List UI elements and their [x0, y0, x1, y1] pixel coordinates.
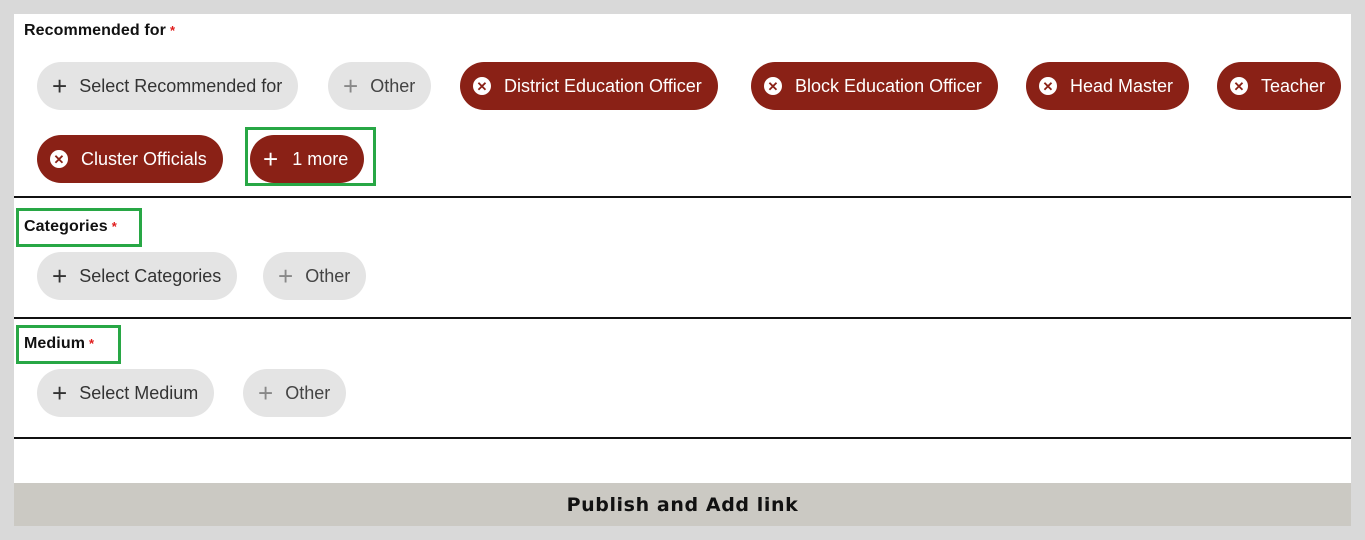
categories-other-label: Other [305, 265, 351, 286]
more-chips-label: 1 more [292, 148, 349, 169]
plus-icon: + [278, 261, 294, 291]
select-categories-button[interactable]: + Select Categories [37, 252, 238, 300]
plus-icon: + [52, 261, 68, 291]
categories-label: Categories * [24, 218, 117, 236]
chip-label: Cluster Officials [81, 148, 207, 169]
categories-other-button[interactable]: + Other [263, 252, 367, 300]
recommended-other-label: Other [370, 75, 416, 96]
recommended-for-label: Recommended for * [24, 22, 175, 40]
chip-block-education-officer[interactable]: ✕ Block Education Officer [751, 62, 998, 110]
medium-label: Medium * [24, 335, 94, 353]
section-divider [14, 196, 1351, 198]
recommended-for-label-text: Recommended for [24, 22, 166, 39]
required-mark: * [111, 219, 117, 234]
select-recommended-for-label: Select Recommended for [79, 75, 283, 96]
plus-icon: + [343, 71, 359, 101]
recommended-other-button[interactable]: + Other [328, 62, 432, 110]
required-mark: * [169, 23, 176, 38]
chip-label: Teacher [1261, 75, 1326, 96]
close-circle-icon[interactable]: ✕ [50, 150, 68, 168]
plus-icon: + [52, 378, 68, 408]
medium-other-button[interactable]: + Other [243, 369, 347, 417]
close-circle-icon[interactable]: ✕ [1039, 77, 1057, 95]
select-medium-label: Select Medium [79, 382, 199, 403]
chip-label: District Education Officer [504, 75, 702, 96]
medium-other-label: Other [285, 382, 331, 403]
chip-label: Block Education Officer [795, 75, 982, 96]
plus-icon: + [52, 71, 68, 101]
medium-label-text: Medium [24, 335, 86, 352]
select-medium-button[interactable]: + Select Medium [37, 369, 215, 417]
chip-head-master[interactable]: ✕ Head Master [1026, 62, 1190, 110]
more-chips-button[interactable]: + 1 more [250, 135, 365, 183]
close-circle-icon[interactable]: ✕ [1230, 77, 1248, 95]
chip-label: Head Master [1070, 75, 1174, 96]
required-mark: * [89, 336, 95, 351]
chip-district-education-officer[interactable]: ✕ District Education Officer [460, 62, 718, 110]
close-circle-icon[interactable]: ✕ [473, 77, 491, 95]
chip-teacher[interactable]: ✕ Teacher [1217, 62, 1342, 110]
plus-icon: + [263, 144, 279, 174]
publish-and-add-link-button[interactable]: Publish and Add link [14, 483, 1351, 526]
plus-icon: + [258, 378, 274, 408]
section-divider [14, 437, 1351, 439]
publish-button-label: Publish and Add link [566, 493, 799, 516]
categories-label-text: Categories [24, 218, 108, 235]
chip-cluster-officials[interactable]: ✕ Cluster Officials [37, 135, 223, 183]
select-recommended-for-button[interactable]: + Select Recommended for [37, 62, 299, 110]
select-categories-label: Select Categories [79, 265, 222, 286]
close-circle-icon[interactable]: ✕ [764, 77, 782, 95]
section-divider [14, 317, 1351, 319]
